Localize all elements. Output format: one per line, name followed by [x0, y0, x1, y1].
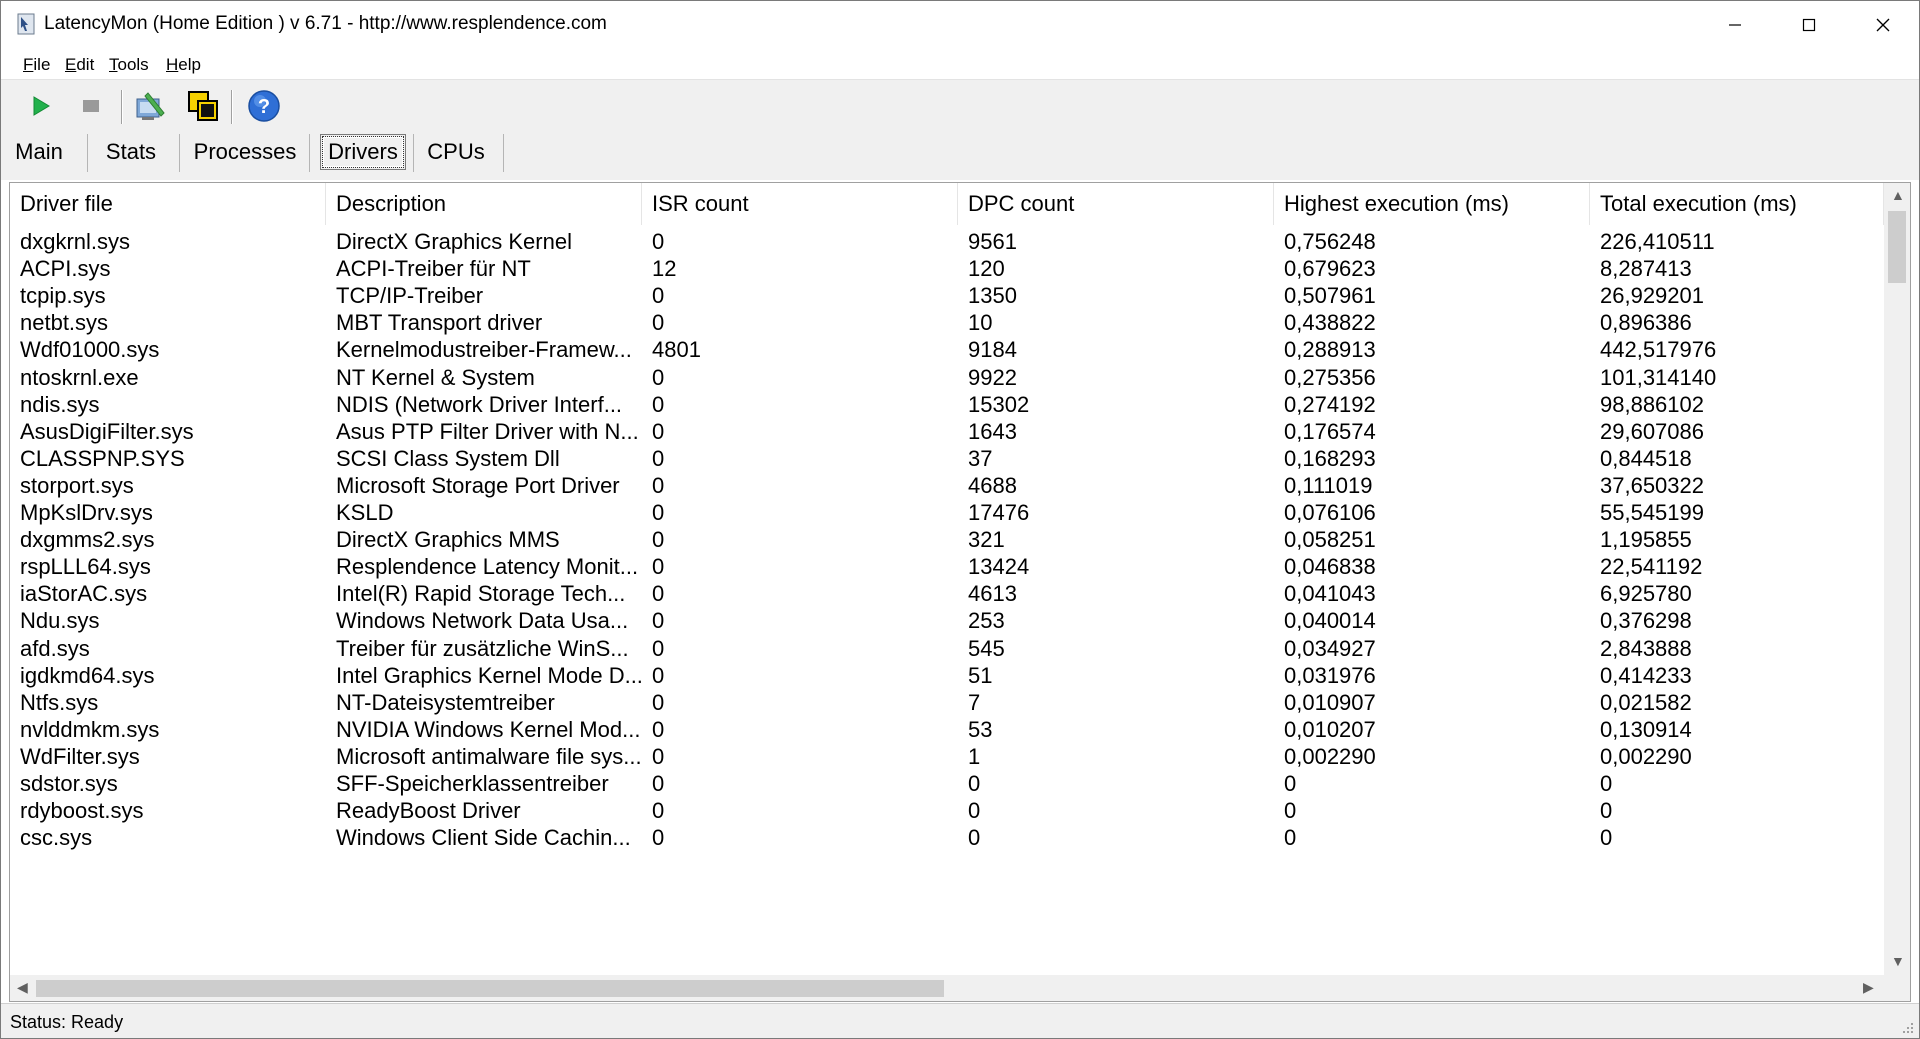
tab-separator	[87, 134, 88, 172]
toolbar-separator	[121, 90, 123, 124]
horizontal-scrollbar[interactable]: ◀ ▶	[10, 975, 1884, 1001]
tab-drivers[interactable]: Drivers	[317, 132, 409, 172]
column-header-driver-file[interactable]: Driver file	[10, 183, 326, 225]
horizontal-scroll-thumb[interactable]	[36, 980, 944, 997]
help-icon: ?	[248, 90, 280, 122]
table-body: dxgkrnl.sys DirectX Graphics Kernel 0 9561 0…	[10, 225, 1884, 961]
resize-grip-icon	[1903, 1023, 1913, 1033]
tab-processes[interactable]: Processes	[187, 132, 303, 172]
column-headers: Driver file Description ISR count DPC co…	[10, 183, 1884, 225]
analyze-button[interactable]	[131, 88, 171, 124]
menu-tools[interactable]: Tools	[109, 55, 149, 75]
scroll-right-icon[interactable]: ▶	[1863, 979, 1874, 996]
cell-dpc-count: 0	[968, 825, 981, 851]
drivers-list[interactable]: Driver file Description ISR count DPC co…	[9, 182, 1911, 1002]
column-header-total-execution[interactable]: Total execution (ms)	[1590, 183, 1884, 225]
column-header-description[interactable]: Description	[326, 183, 642, 225]
table-row[interactable]: csc.sys Windows Client Side Cachin... 0 0 0 0	[10, 821, 1884, 854]
status-text: Status: Ready	[10, 1012, 124, 1032]
tab-bar: Main Stats Processes Drivers CPUs	[1, 130, 1919, 180]
close-button[interactable]	[1846, 1, 1919, 49]
minimize-button[interactable]	[1698, 1, 1772, 49]
vertical-scroll-thumb[interactable]	[1888, 211, 1906, 283]
status-bar: Status: Ready	[1, 1003, 1919, 1038]
cell-total-execution: 0	[1600, 825, 1613, 851]
menu-file[interactable]: File	[23, 55, 50, 75]
svg-text:?: ?	[258, 96, 270, 118]
start-monitor-button[interactable]	[21, 88, 61, 124]
cell-highest-execution: 0	[1284, 825, 1297, 851]
cell-isr-count: 0	[652, 825, 665, 851]
toolbar: ?	[1, 80, 1919, 130]
maximize-icon	[1802, 18, 1816, 32]
tab-separator	[309, 134, 310, 172]
tab-separator	[179, 134, 180, 172]
tab-separator	[413, 134, 414, 172]
menu-edit[interactable]: Edit	[65, 55, 94, 75]
title-bar[interactable]: LatencyMon (Home Edition ) v 6.71 - http…	[1, 1, 1919, 49]
window-title: LatencyMon (Home Edition ) v 6.71 - http…	[44, 13, 607, 34]
minimize-icon	[1729, 24, 1741, 26]
close-icon	[1876, 18, 1890, 32]
stop-monitor-button[interactable]	[71, 88, 111, 124]
copy-windows-icon	[188, 91, 218, 121]
column-header-highest-execution[interactable]: Highest execution (ms)	[1274, 183, 1590, 225]
latencymon-app-icon	[16, 13, 38, 35]
tab-stats[interactable]: Stats	[95, 132, 167, 172]
column-header-dpc-count[interactable]: DPC count	[958, 183, 1274, 225]
column-header-isr-count[interactable]: ISR count	[642, 183, 958, 225]
scroll-down-icon[interactable]: ▼	[1891, 953, 1905, 969]
cell-description: Windows Client Side Cachin...	[336, 825, 631, 851]
maximize-button[interactable]	[1772, 1, 1846, 49]
toolbar-separator	[231, 90, 233, 124]
tab-cpus[interactable]: CPUs	[421, 132, 491, 172]
scroll-up-icon[interactable]: ▲	[1891, 187, 1905, 203]
scrollbar-corner	[1884, 975, 1910, 1001]
cell-driver-file: csc.sys	[20, 825, 93, 851]
analyze-icon	[136, 92, 165, 120]
tab-main[interactable]: Main	[9, 132, 69, 172]
menu-help[interactable]: Help	[166, 55, 201, 75]
help-button[interactable]: ?	[244, 88, 284, 124]
tab-separator	[503, 134, 504, 172]
app-window: LatencyMon (Home Edition ) v 6.71 - http…	[0, 0, 1920, 1039]
menu-bar: File Edit Tools Help	[1, 49, 1919, 80]
vertical-scrollbar[interactable]: ▲ ▼	[1884, 183, 1910, 975]
stop-icon	[83, 100, 99, 112]
scroll-left-icon[interactable]: ◀	[17, 979, 28, 996]
copy-windows-button[interactable]	[183, 88, 223, 124]
play-icon	[33, 96, 50, 116]
